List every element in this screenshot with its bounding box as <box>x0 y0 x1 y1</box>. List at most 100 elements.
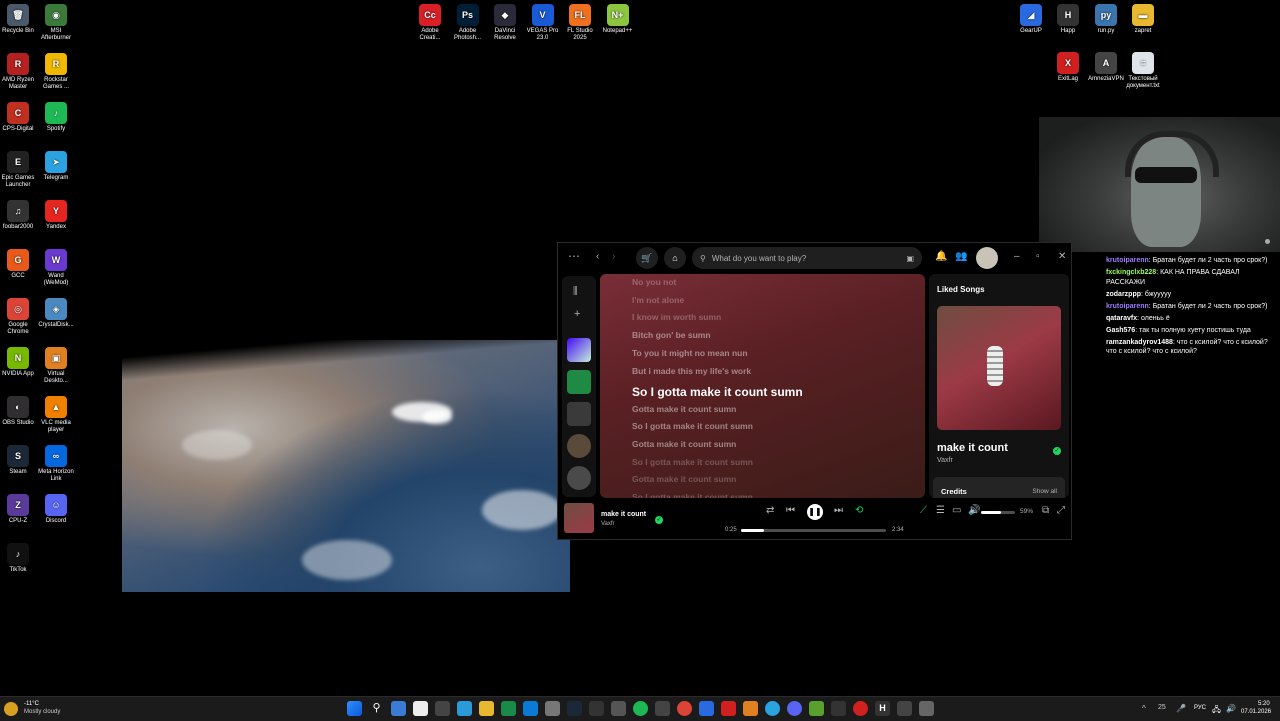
taskbar-app-icon[interactable] <box>545 701 560 716</box>
taskbar-app-icon[interactable] <box>831 701 846 716</box>
desktop-shortcut[interactable]: ♪ Spotify <box>36 102 76 133</box>
exitlag-taskbar-icon[interactable] <box>721 701 736 716</box>
desktop-shortcut[interactable]: C CPS-Digital <box>0 102 38 133</box>
lyrics-line[interactable]: But i made this my life's work <box>632 366 751 376</box>
taskbar-app-icon[interactable] <box>743 701 758 716</box>
desktop-shortcut[interactable]: ≡ Текстовый документ.txt <box>1123 52 1163 90</box>
desktop-shortcut[interactable]: py run.py <box>1086 4 1126 35</box>
shuffle-icon[interactable]: ⇄ <box>766 505 774 516</box>
fullscreen-icon[interactable]: ⤢ <box>1057 505 1065 516</box>
mic-icon[interactable]: 🎤 <box>1176 704 1186 713</box>
lyrics-line[interactable]: I'm not alone <box>632 295 684 305</box>
lyrics-line[interactable]: So I gotta make it count sumn <box>632 457 753 467</box>
discord-taskbar-icon[interactable] <box>787 701 802 716</box>
show-all-link[interactable]: Show all <box>1032 488 1057 495</box>
desktop-shortcut[interactable]: X ExitLag <box>1048 52 1088 83</box>
taskbar-app-icon[interactable] <box>435 701 450 716</box>
artist-item[interactable] <box>567 466 591 490</box>
taskbar-app-icon[interactable] <box>611 701 626 716</box>
volume-icon[interactable]: 🔊 <box>968 505 980 516</box>
desktop-shortcut[interactable]: G GCC <box>0 249 38 280</box>
tray-number[interactable]: 25 <box>1158 704 1166 711</box>
artist-item[interactable] <box>567 434 591 458</box>
desktop-shortcut[interactable]: N NVIDIA App <box>0 347 38 378</box>
steam-taskbar-icon[interactable] <box>567 701 582 716</box>
track-title[interactable]: make it count <box>937 442 1008 454</box>
home-icon[interactable]: ⌂ <box>664 247 686 269</box>
desktop-shortcut[interactable]: W Wand (WeMod) <box>36 249 76 287</box>
volume-tray-icon[interactable]: 🔊 <box>1226 704 1236 713</box>
desktop-shortcut[interactable]: ♫ foobar2000 <box>0 200 38 231</box>
weather-icon[interactable] <box>4 702 18 716</box>
playlist-item[interactable] <box>567 402 591 426</box>
player-liked-icon[interactable]: ✓ <box>655 516 663 524</box>
search-icon[interactable]: ⚲ <box>369 701 384 716</box>
close-icon[interactable]: ✕ <box>1058 251 1066 262</box>
desktop-shortcut[interactable]: ◎ Google Chrome <box>0 298 38 336</box>
desktop-shortcut[interactable]: FL FL Studio 2025 <box>560 4 600 42</box>
chat-username[interactable]: krutoiparenn <box>1106 303 1149 310</box>
file-explorer-icon[interactable] <box>479 701 494 716</box>
pause-button[interactable]: ❚❚ <box>807 504 823 520</box>
chat-username[interactable]: krutoiparenn <box>1106 257 1149 264</box>
player-track-title[interactable]: make it count <box>601 511 646 518</box>
taskbar-app-icon[interactable] <box>501 701 516 716</box>
taskbar-app-icon[interactable] <box>919 701 934 716</box>
desktop-shortcut[interactable]: V VEGAS Pro 23.0 <box>523 4 563 42</box>
lyrics-line[interactable]: No you not <box>632 277 676 287</box>
player-thumb[interactable] <box>564 503 594 533</box>
lyrics-line[interactable]: Gotta make it count sumn <box>632 439 736 449</box>
task-view-icon[interactable] <box>391 701 406 716</box>
lyrics-line[interactable]: I know im worth sumn <box>632 312 721 322</box>
chevron-up-icon[interactable]: ^ <box>1142 704 1146 713</box>
desktop-shortcut[interactable]: ∞ Meta Horizon Link <box>36 445 76 483</box>
taskbar-app-icon[interactable] <box>897 701 912 716</box>
desktop-shortcut[interactable]: ◐ OBS Studio <box>0 396 38 427</box>
clock-time[interactable]: 5:20 <box>1258 701 1270 707</box>
chat-username[interactable]: ramzankadyrov1488 <box>1106 339 1173 346</box>
chat-username[interactable]: qataravfx <box>1106 315 1137 322</box>
chat-username[interactable]: zodarzppp <box>1106 291 1141 298</box>
liked-songs-item[interactable] <box>567 338 591 362</box>
taskbar-app-icon[interactable] <box>655 701 670 716</box>
start-icon[interactable] <box>347 701 362 716</box>
desktop-shortcut[interactable]: ◆ DaVinci Resolve <box>485 4 525 42</box>
next-icon[interactable]: ⏭ <box>834 505 843 516</box>
desktop-shortcut[interactable]: 🗑 Recycle Bin <box>0 4 38 35</box>
now-playing-view-icon[interactable]: ⟋ <box>920 505 927 516</box>
desktop-shortcut[interactable]: ♪ TikTok <box>0 543 38 574</box>
desktop-shortcut[interactable]: H Happ <box>1048 4 1088 35</box>
lyrics-line[interactable]: So I gotta make it count sumn <box>632 421 753 431</box>
taskbar-app-icon[interactable] <box>413 701 428 716</box>
lyrics-line[interactable]: Gotta make it count sumn <box>632 474 736 484</box>
desktop-shortcut[interactable]: E Epic Games Launcher <box>0 151 38 189</box>
desktop-shortcut[interactable]: Y Yandex <box>36 200 76 231</box>
weather-temp[interactable]: -11°C <box>24 701 39 707</box>
desktop-shortcut[interactable]: ◉ MSI Afterburner <box>36 4 76 42</box>
spotify-taskbar-icon[interactable] <box>633 701 648 716</box>
avatar[interactable] <box>976 247 998 269</box>
menu-dots-icon[interactable]: ⋯ <box>568 249 580 263</box>
desktop-shortcut[interactable]: ➤ Telegram <box>36 151 76 182</box>
desktop-shortcut[interactable]: Ps Adobe Photosh... <box>448 4 488 42</box>
weather-desc[interactable]: Mostly cloudy <box>24 709 60 715</box>
network-icon[interactable]: 🖧 <box>1212 704 1221 718</box>
liked-check-icon[interactable]: ✓ <box>1053 447 1061 455</box>
desktop-shortcut[interactable]: ◈ CrystalDisk... <box>36 298 76 329</box>
lyrics-line[interactable]: So I gotta make it count sumn <box>632 492 753 498</box>
back-icon[interactable]: ‹ <box>596 251 599 262</box>
lyrics-line[interactable]: Gotta make it count sumn <box>632 404 736 414</box>
desktop-shortcut[interactable]: ▬ zapret <box>1123 4 1163 35</box>
desktop-shortcut[interactable]: S Steam <box>0 445 38 476</box>
bell-icon[interactable]: 🔔 <box>935 251 947 262</box>
lyrics-line[interactable]: To you it might no mean nun <box>632 348 748 358</box>
minecraft-taskbar-icon[interactable] <box>809 701 824 716</box>
previous-icon[interactable]: ⏮ <box>786 505 795 516</box>
taskbar-app-icon[interactable] <box>853 701 868 716</box>
search-input[interactable]: ⚲ What do you want to play? ▣ <box>692 247 922 269</box>
store-icon[interactable]: 🛒 <box>636 247 658 269</box>
taskbar-app-icon[interactable] <box>523 701 538 716</box>
desktop-shortcut[interactable]: ☺ Discord <box>36 494 76 525</box>
progress-bar[interactable] <box>741 529 886 532</box>
lyrics-line[interactable]: Bitch gon' be sumn <box>632 330 711 340</box>
